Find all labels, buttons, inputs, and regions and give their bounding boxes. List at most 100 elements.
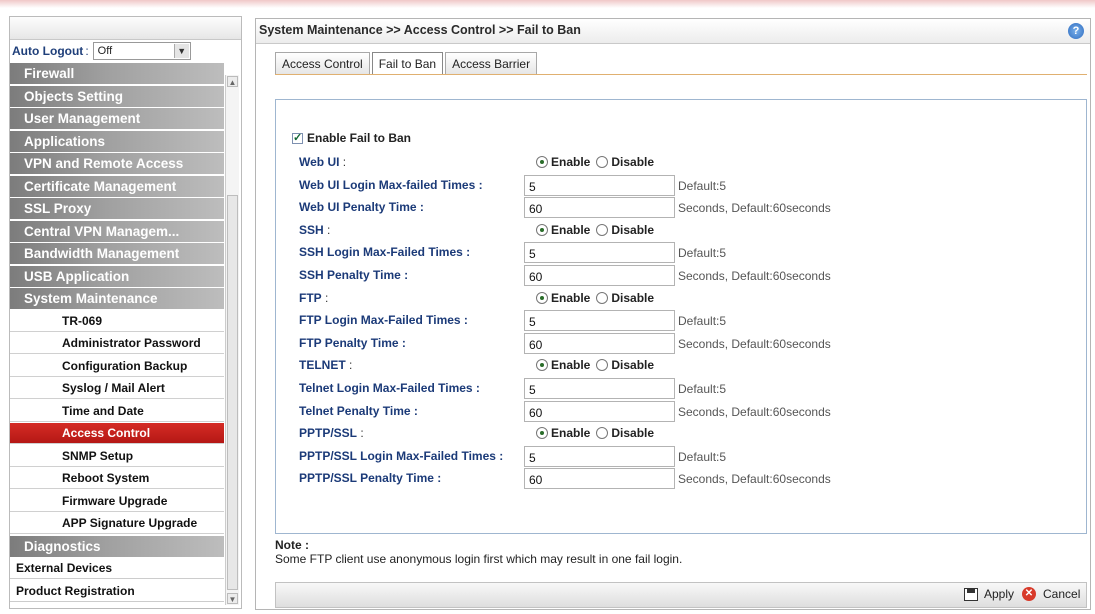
radio-button-icon[interactable]	[536, 223, 548, 236]
field-label-colon: :	[357, 426, 364, 441]
field-label-text: Web UI	[299, 155, 340, 169]
auto-logout-label: Auto Logout	[12, 44, 84, 58]
sidebar-item-certificate-management[interactable]: Certificate Management	[10, 175, 224, 197]
row-web-ui-login-max-failed-times: Web UI Login Max-failed Times : Default:5	[299, 174, 919, 196]
ssh-penalty-time-input[interactable]	[524, 265, 675, 286]
sidebar-item-external-devices[interactable]: External Devices	[10, 558, 224, 579]
auto-logout: Auto Logout : Off ▼	[10, 40, 239, 62]
row-ssh-login-max-failed-times: SSH Login Max-Failed Times : Default:5	[299, 242, 919, 264]
cancel-label: Cancel	[1043, 587, 1081, 601]
sidebar-item-ssl-proxy[interactable]: SSL Proxy	[10, 198, 224, 219]
sidebar-item-system-maintenance[interactable]: System Maintenance	[10, 288, 224, 309]
sidebar-item-usb-application[interactable]: USB Application	[10, 265, 224, 287]
radio-button-icon[interactable]	[596, 291, 609, 304]
chevron-down-icon[interactable]: ▼	[173, 44, 189, 58]
note-text: Some FTP client use anonymous login firs…	[275, 552, 683, 566]
sidebar-item-time-and-date[interactable]: Time and Date	[10, 400, 224, 422]
radio-enable[interactable]: Enable	[536, 426, 590, 440]
help-icon[interactable]: ?	[1068, 23, 1084, 39]
main-panel: System Maintenance >> Access Control >> …	[255, 18, 1091, 610]
radio-disable[interactable]: Disable	[596, 426, 654, 440]
field-label-text: SSH Login Max-Failed Times :	[299, 245, 471, 260]
radio-button-icon[interactable]	[596, 156, 609, 168]
telnet-login-max-failed-times-input[interactable]	[524, 378, 675, 399]
scrollbar-thumb[interactable]	[227, 195, 238, 590]
radio-button-icon[interactable]	[596, 359, 609, 372]
sidebar-item-access-control[interactable]: Access Control	[10, 423, 224, 444]
row-ftp-login-max-failed-times: FTP Login Max-Failed Times : Default:5	[299, 310, 919, 332]
field-label-text: FTP Login Max-Failed Times :	[299, 313, 468, 328]
enable-fail-to-ban[interactable]: Enable Fail to Ban	[292, 131, 411, 145]
note: Note : Some FTP client use anonymous log…	[275, 538, 682, 566]
radio-button-icon[interactable]	[596, 223, 609, 236]
radio-label: Disable	[611, 358, 655, 373]
sidebar-item-snmp-setup[interactable]: SNMP Setup	[10, 445, 224, 467]
radio-button-icon[interactable]	[536, 156, 548, 168]
radio-button-icon[interactable]	[536, 427, 548, 440]
sidebar-scrollbar[interactable]: ▲ ▼	[225, 75, 239, 605]
sidebar-item-product-registration[interactable]: Product Registration	[10, 580, 224, 602]
field-hint: Seconds, Default:60seconds	[678, 404, 831, 419]
web-ui-login-max-failed-times-input[interactable]	[524, 174, 675, 196]
radio-enable[interactable]: Enable	[536, 291, 590, 305]
row-telnet: TELNET : Enable Disable	[299, 355, 919, 375]
tab-fail-to-ban[interactable]: Fail to Ban	[371, 52, 444, 74]
sidebar-header	[10, 17, 241, 40]
field-hint: Default:5	[678, 449, 727, 464]
tab-access-barrier[interactable]: Access Barrier	[445, 52, 538, 74]
ftp-login-max-failed-times-input[interactable]	[524, 310, 675, 332]
sidebar-item-administrator-password[interactable]: Administrator Password	[10, 333, 224, 354]
radio-enable[interactable]: Enable	[536, 223, 590, 237]
pptp-ssl-login-max-failed-times-input[interactable]	[524, 445, 675, 467]
footer-bar: Apply ✕ Cancel	[275, 582, 1087, 608]
telnet-penalty-time-input[interactable]	[524, 400, 675, 422]
field-label: TELNET :	[299, 358, 352, 372]
radio-disable[interactable]: Disable	[596, 358, 654, 372]
sidebar-item-configuration-backup[interactable]: Configuration Backup	[10, 355, 224, 377]
enable-disable-radios: Enable Disable	[536, 291, 660, 305]
field-label: Web UI Login Max-failed Times :	[299, 178, 483, 192]
radio-disable[interactable]: Disable	[596, 155, 654, 169]
radio-disable[interactable]: Disable	[596, 223, 654, 237]
radio-button-icon[interactable]	[536, 359, 548, 372]
sidebar-item-firewall[interactable]: Firewall	[10, 63, 224, 84]
sidebar-item-bandwidth-management[interactable]: Bandwidth Management	[10, 243, 224, 264]
scroll-up-icon[interactable]: ▲	[227, 76, 238, 87]
web-ui-penalty-time-input[interactable]	[524, 197, 675, 219]
sidebar-item-syslog-mail-alert[interactable]: Syslog / Mail Alert	[10, 378, 224, 399]
field-label: Telnet Penalty Time :	[299, 404, 418, 418]
radio-disable[interactable]: Disable	[596, 291, 654, 305]
row-ssh: SSH : Enable Disable	[299, 220, 919, 240]
field-label-text: Web UI Login Max-failed Times :	[299, 177, 483, 192]
apply-button[interactable]: Apply	[964, 587, 1014, 601]
sidebar-item-objects-setting[interactable]: Objects Setting	[10, 85, 224, 107]
radio-button-icon[interactable]	[536, 291, 548, 304]
auto-logout-select[interactable]: Off ▼	[92, 42, 191, 60]
pptp-ssl-penalty-time-input[interactable]	[524, 468, 675, 490]
sidebar-item-firmware-upgrade[interactable]: Firmware Upgrade	[10, 490, 224, 512]
radio-enable[interactable]: Enable	[536, 358, 590, 372]
enable-disable-radios: Enable Disable	[536, 358, 660, 372]
radio-label: Enable	[551, 358, 591, 373]
sidebar-item-tr-069[interactable]: TR-069	[10, 310, 224, 332]
radio-enable[interactable]: Enable	[536, 155, 590, 169]
sidebar-item-reboot-system[interactable]: Reboot System	[10, 468, 224, 489]
sidebar-item-vpn-and-remote-access[interactable]: VPN and Remote Access	[10, 153, 224, 174]
cancel-button[interactable]: ✕ Cancel	[1022, 587, 1080, 601]
field-label-text: PPTP/SSL	[299, 426, 358, 441]
ssh-login-max-failed-times-input[interactable]	[524, 242, 675, 264]
ftp-penalty-time-input[interactable]	[524, 332, 675, 354]
sidebar-item-user-management[interactable]: User Management	[10, 108, 224, 129]
sidebar-item-central-vpn-managem[interactable]: Central VPN Managem...	[10, 220, 224, 242]
field-label-colon: :	[345, 358, 353, 373]
enable-fail-to-ban-checkbox[interactable]	[292, 131, 303, 144]
scroll-down-icon[interactable]: ▼	[227, 593, 238, 604]
sidebar-item-diagnostics[interactable]: Diagnostics	[10, 535, 224, 557]
sidebar-item-app-signature-upgrade[interactable]: APP Signature Upgrade	[10, 513, 224, 534]
field-hint: Seconds, Default:60seconds	[678, 336, 831, 351]
radio-button-icon[interactable]	[596, 427, 609, 440]
tab-divider	[275, 74, 1087, 75]
tab-access-control[interactable]: Access Control	[275, 52, 370, 74]
sidebar-item-applications[interactable]: Applications	[10, 130, 224, 152]
field-label: FTP :	[299, 291, 328, 305]
